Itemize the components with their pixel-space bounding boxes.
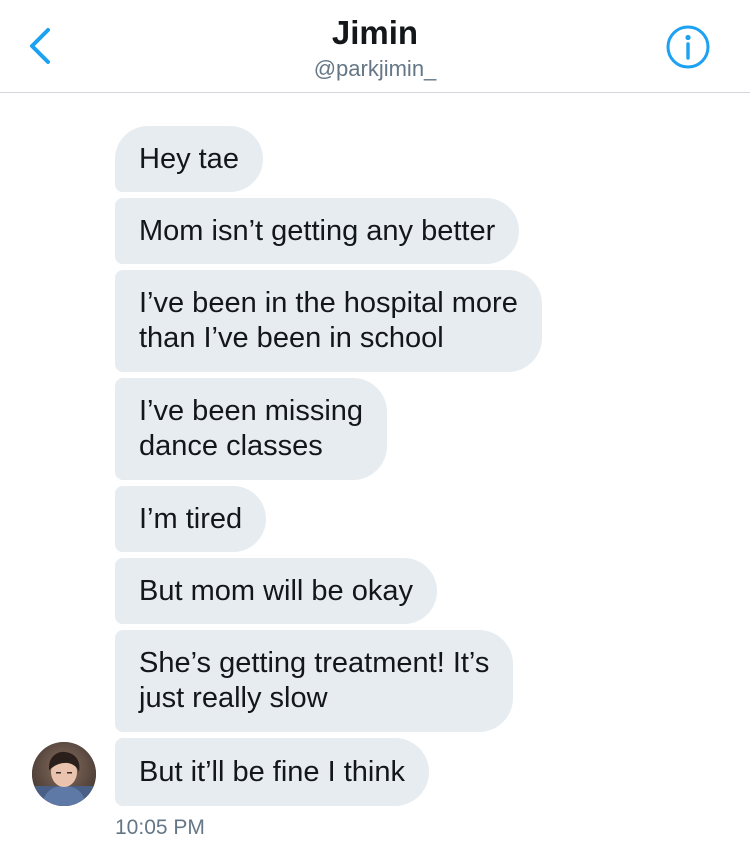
message-bubble[interactable]: I’ve been in the hospital more than I’ve… xyxy=(115,270,542,372)
message-bubble[interactable]: But mom will be okay xyxy=(115,558,437,624)
message-bubble[interactable]: But it’ll be fine I think xyxy=(115,738,429,806)
message-timestamp: 10:05 PM xyxy=(115,816,205,839)
conversation-handle[interactable]: @parkjimin_ xyxy=(0,56,750,82)
message-bubble[interactable]: I’m tired xyxy=(115,486,267,552)
conversation-header: Jimin @parkjimin_ xyxy=(0,0,750,93)
message-bubble[interactable]: I’ve been missing dance classes xyxy=(115,378,388,480)
avatar[interactable] xyxy=(32,742,96,806)
conversation-title[interactable]: Jimin xyxy=(0,14,750,52)
avatar-photo xyxy=(32,742,96,806)
info-button[interactable] xyxy=(665,24,711,70)
info-icon xyxy=(666,25,710,69)
message-bubble[interactable]: She’s getting treatment! It’s just reall… xyxy=(115,630,514,732)
message-bubble[interactable]: Mom isn’t getting any better xyxy=(115,198,520,264)
message-bubble[interactable]: Hey tae xyxy=(115,126,263,192)
